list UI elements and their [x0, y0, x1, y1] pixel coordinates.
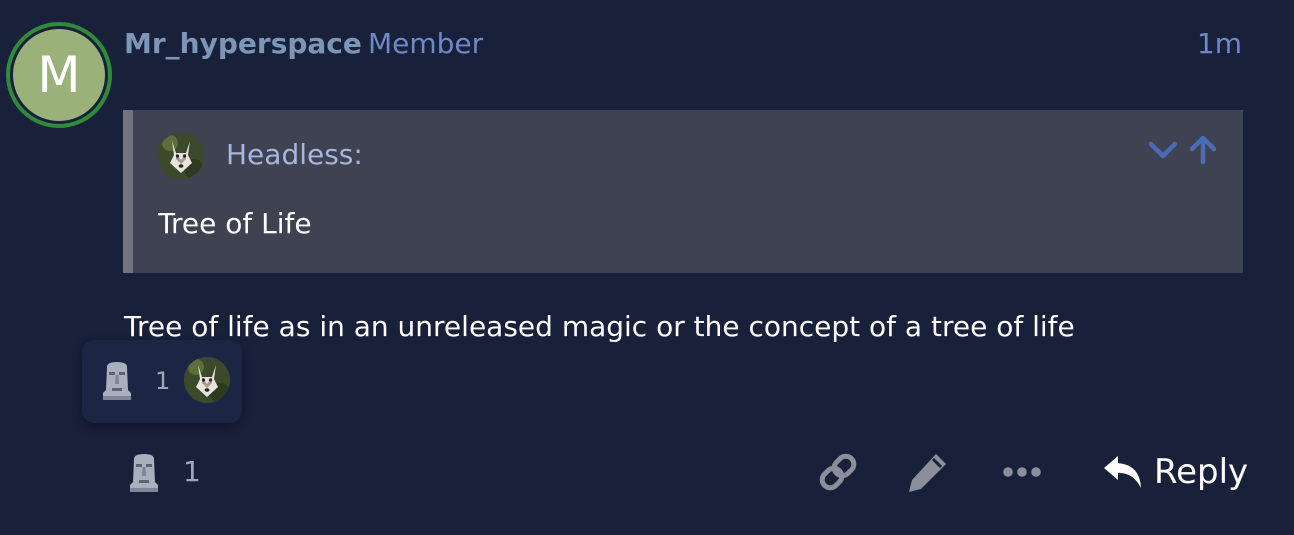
edit-button[interactable]	[906, 450, 952, 494]
arrow-up-icon[interactable]	[1187, 134, 1219, 166]
quote-author[interactable]: Headless:	[226, 138, 363, 171]
reply-button[interactable]: Reply	[1100, 450, 1250, 494]
post-header: Mr_hyperspace Member 1m	[124, 27, 1242, 61]
post-timestamp[interactable]: 1m	[1197, 27, 1242, 60]
quote-controls	[1147, 134, 1219, 166]
moai-icon	[100, 360, 134, 402]
reaction-button[interactable]: 1	[123, 450, 213, 494]
quote-text: Tree of Life	[158, 207, 312, 240]
more-button[interactable]	[998, 450, 1046, 494]
reply-icon	[1102, 454, 1144, 490]
chevron-down-icon[interactable]	[1147, 134, 1179, 166]
reaction-count: 1	[183, 455, 201, 488]
moai-icon	[127, 452, 161, 494]
quote-block: Headless: Tree of Life	[123, 110, 1243, 273]
reply-label: Reply	[1154, 452, 1249, 492]
user-avatar[interactable]: M	[6, 22, 112, 128]
reaction-count: 1	[155, 367, 171, 395]
reactor-avatar	[184, 357, 230, 403]
link-icon	[819, 453, 857, 491]
avatar-letter: M	[13, 29, 105, 121]
link-button[interactable]	[815, 450, 861, 494]
quoted-user-avatar	[158, 133, 204, 179]
reactions-tooltip: 1	[82, 340, 242, 423]
ellipsis-icon	[1003, 467, 1041, 477]
post-body: Tree of life as in an unreleased magic o…	[124, 310, 1075, 343]
pencil-icon	[909, 454, 946, 492]
user-role: Member	[368, 27, 484, 60]
username-link[interactable]: Mr_hyperspace	[124, 27, 362, 60]
